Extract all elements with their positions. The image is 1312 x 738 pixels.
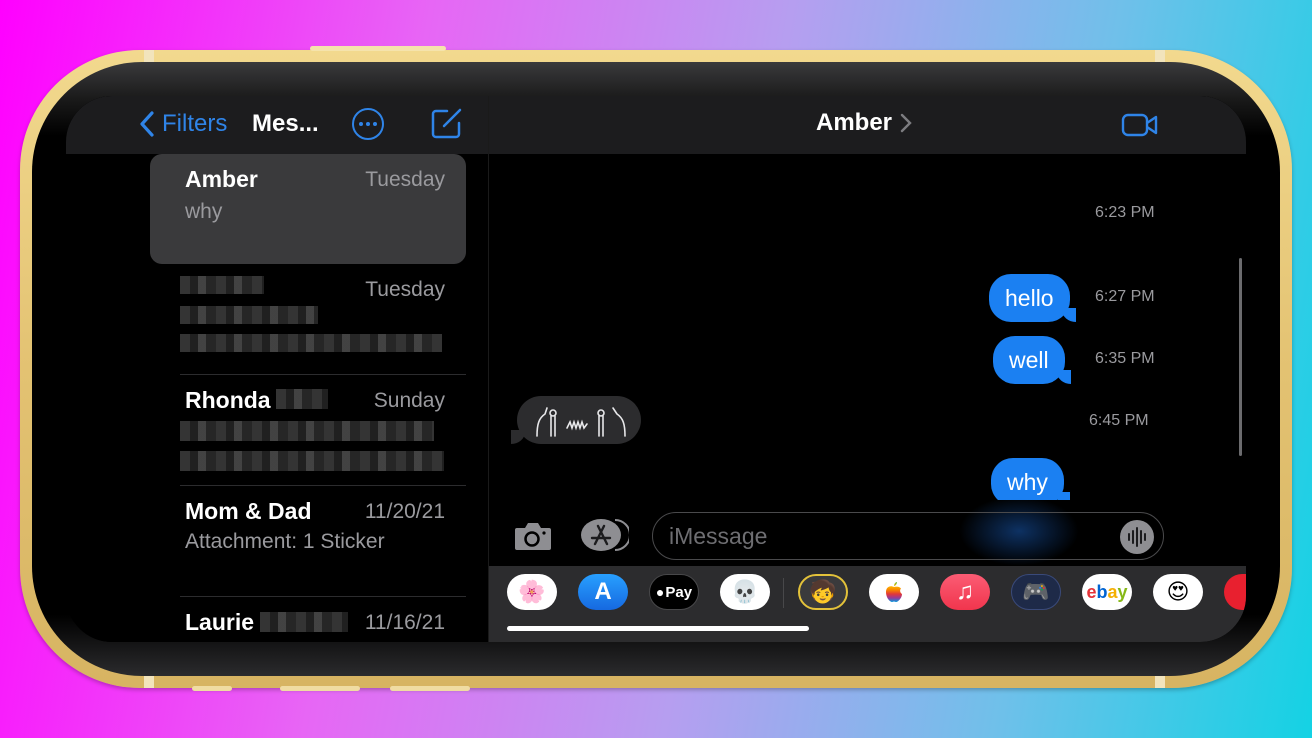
apple-logo-icon: ● [655,584,665,600]
back-label: Filters [162,110,228,137]
chevron-left-icon [140,111,154,137]
partial-app-icon[interactable]: ↑ [1224,574,1246,610]
ebay-app-icon[interactable]: ebay [1082,574,1132,610]
outgoing-message[interactable]: hello [989,274,1076,322]
back-filters-button[interactable]: Filters [138,108,227,140]
more-options-button[interactable] [352,108,384,140]
imessage-input[interactable] [652,512,1164,560]
animoji-app-icon[interactable]: 💀 [720,574,770,610]
conversation-preview: Attachment: 1 Sticker [185,530,385,553]
outgoing-message[interactable]: well [993,336,1071,384]
message-timestamp: 6:35 PM [1095,350,1155,367]
contact-name: Amber [816,109,893,136]
conversation-header: Amber [489,96,1246,154]
waveform-bar [1136,527,1138,547]
redacted-surname [260,612,348,632]
rainbow-apple-icon [886,582,902,602]
compose-icon[interactable] [430,106,464,140]
scrollbar[interactable] [1239,258,1242,456]
apple-store-app-icon[interactable] [869,574,919,610]
conversation-name: Laurie [185,609,255,635]
conversation-name: Rhonda [185,387,271,413]
music-app-icon[interactable]: ♫ [940,574,990,610]
apple-pay-app-icon[interactable]: ● Pay [649,574,699,610]
ellipsis-dot [373,122,377,126]
waveform-bar [1132,530,1134,544]
app-store-icon[interactable] [581,518,629,552]
conversation-list-pane: Filters Mes... Amber Tuesday why Tuesday… [66,96,488,642]
redacted-preview [180,421,434,441]
camera-icon[interactable] [513,520,553,552]
list-header: Filters Mes... [66,96,488,154]
message-timestamp: 6:45 PM [1089,412,1149,429]
speaker-grille [192,686,232,691]
redacted-preview [180,451,444,471]
incoming-handwriting-message[interactable] [511,396,641,444]
ellipsis-dot [366,122,370,126]
app-store-app-icon[interactable]: A [578,574,628,610]
conversation-date: Tuesday [365,168,445,191]
redacted-preview [180,306,318,324]
photos-app-icon[interactable]: 🌸 [507,574,557,610]
conversation-name: Mom & Dad [185,498,312,524]
redacted-name [180,276,264,294]
ellipsis-circle-icon [359,122,363,126]
chevron-right-icon [900,113,912,133]
screen: Filters Mes... Amber Tuesday why Tuesday… [66,96,1246,642]
drawer-separator [783,578,784,608]
conversation-row-rhonda[interactable]: Rhonda Sunday [150,375,466,486]
redacted-preview [180,334,442,352]
conversation-row[interactable]: Tuesday [150,264,466,375]
antenna-band [1155,674,1165,688]
list-title: Mes... [252,110,319,137]
app-drawer: 🌸 A ● Pay 💀 🧒 ♫ 🎮 ebay 😍 [489,566,1246,642]
antenna-band [144,674,154,688]
conversation-date: Tuesday [365,278,445,301]
memoji-app-icon[interactable]: 🧒 [798,574,848,610]
conversation-row-mom-dad[interactable]: Mom & Dad 11/20/21 Attachment: 1 Sticker [150,486,466,597]
audio-message-button[interactable] [1120,520,1154,554]
conversation-date: 11/16/21 [364,611,445,634]
waveform-bar [1140,530,1142,544]
conversation-date: 11/20/21 [364,500,445,523]
game-app-icon[interactable]: 🎮 [1011,574,1061,610]
emoji-message[interactable]: 😱 [509,182,565,242]
redacted-surname [276,389,328,409]
memoji-stickers-app-icon[interactable]: 😍 [1153,574,1203,610]
conversation-pane: Amber 😱 6:23 PM hello 6:27 PM well 6:35 … [488,96,1246,642]
home-indicator[interactable] [507,626,809,631]
phone-frame: Filters Mes... Amber Tuesday why Tuesday… [20,46,1292,691]
message-timestamp: 6:23 PM [1095,204,1155,221]
message-timestamp: 6:27 PM [1095,288,1155,305]
waveform-icon [1128,533,1130,541]
lightning-port [280,686,360,691]
handwriting-sketch [536,407,626,437]
volume-button [310,46,446,51]
video-camera-icon[interactable] [1121,112,1159,138]
conversation-name: Amber [185,166,258,192]
waveform-bar [1144,533,1146,541]
conversation-date: Sunday [373,389,445,412]
conversation-row-amber[interactable]: Amber Tuesday why [150,154,466,264]
speaker-grille [390,686,470,691]
ebay-logo: ebay [1086,581,1128,602]
conversation-preview: why [185,200,223,223]
contact-name-button[interactable]: Amber [816,109,912,137]
apple-pay-label: Pay [665,583,693,601]
conversation-row-laurie[interactable]: Laurie 11/16/21 [150,597,466,642]
